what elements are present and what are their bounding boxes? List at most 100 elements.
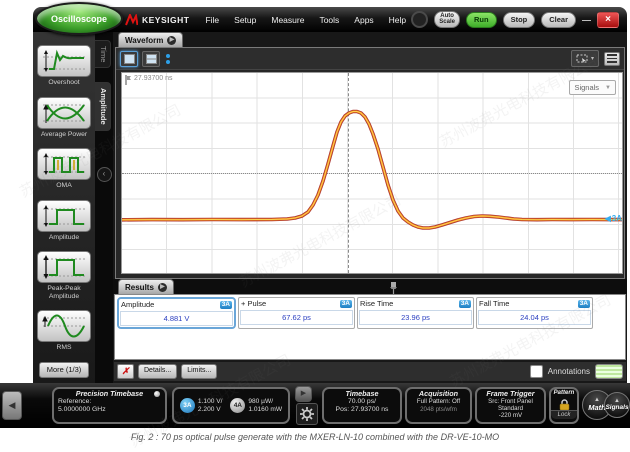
menu-setup[interactable]: Setup — [234, 15, 256, 25]
result-cell-amplitude[interactable]: Amplitude 3A 4.881 V — [117, 297, 236, 329]
close-button[interactable]: × — [597, 12, 619, 28]
pattern-lock-panel[interactable]: Pattern Lock — [549, 387, 579, 424]
left-triangle-icon: ◀ — [605, 214, 611, 223]
details-button[interactable]: Details... — [138, 364, 177, 379]
waveform-trace — [122, 73, 622, 273]
menubar: File Setup Measure Tools Apps Help — [205, 15, 406, 25]
sidebar-item-amplitude[interactable]: Amplitude — [37, 200, 91, 242]
brand-name: KEYSIGHT — [142, 15, 189, 25]
sidebar-item-oma[interactable]: OMA — [37, 148, 91, 190]
sidebar-item-label: Amplitude — [49, 234, 79, 242]
minimize-button[interactable]: — — [582, 15, 591, 25]
timebase-panel[interactable]: Timebase 70.00 ps/ Pos: 27.93700 ns — [322, 387, 402, 424]
oscilloscope-logo: Oscilloscope — [35, 2, 123, 35]
gear-icon[interactable] — [296, 403, 318, 425]
result-cell-fall-time[interactable]: Fall Time 3A 24.04 ps — [476, 297, 593, 329]
rms-icon — [37, 310, 91, 342]
channel-3a-badge: 3A — [180, 398, 195, 413]
result-label: + Pulse — [241, 299, 266, 308]
acquisition-panel[interactable]: Acquisition Full Pattern: Off 2048 pts/w… — [405, 387, 472, 424]
more-measurements-button[interactable]: More (1/3) — [39, 362, 89, 378]
menu-apps[interactable]: Apps — [354, 15, 373, 25]
channel-badge: 3A — [578, 300, 590, 308]
display-indicator-dots — [166, 54, 170, 64]
channel-setup-panel[interactable]: 3A 1.100 V/ 2.200 V 4A 980 µW/ 1.0160 mW — [172, 387, 290, 424]
tab-waveform[interactable]: Waveform ▶ — [118, 32, 183, 47]
pin-icon[interactable] — [389, 281, 398, 294]
zoom-dropdown-arrow-icon[interactable]: ▾ — [591, 55, 594, 62]
sidebar-item-label: OMA — [56, 182, 71, 190]
results-header-bar — [113, 279, 627, 294]
scroll-right-icon[interactable]: ▶ — [295, 386, 312, 402]
limits-button[interactable]: Limits... — [181, 364, 217, 379]
overshoot-icon — [37, 45, 91, 77]
menu-help[interactable]: Help — [389, 15, 406, 25]
channel-badge: 3A — [340, 300, 352, 308]
sidebar-item-label: RMS — [56, 344, 71, 352]
tab-time[interactable]: Time — [95, 40, 111, 68]
result-value: 24.04 ps — [478, 310, 591, 325]
sidebar-item-label: Overshoot — [48, 79, 79, 87]
channel-badge: 3A — [220, 301, 232, 309]
result-label: Fall Time — [479, 299, 509, 308]
tab-amplitude[interactable]: Amplitude — [95, 82, 111, 131]
results-tab-play-icon[interactable]: ▶ — [158, 283, 167, 292]
annotation-color-button[interactable] — [595, 364, 623, 379]
results-footer-bar: ✗ Details... Limits... Annotations — [114, 362, 626, 381]
result-cell-pulse[interactable]: + Pulse 3A 67.62 ps — [238, 297, 355, 329]
lock-icon — [558, 398, 571, 410]
signals-dropdown[interactable]: Signals ▼ — [569, 80, 616, 95]
measurement-category-tabs: Time Amplitude ‹ — [95, 32, 113, 383]
sidebar-item-peak-peak-amplitude[interactable]: Peak-Peak Amplitude — [33, 251, 95, 300]
zoom-select-icon[interactable]: ▾ — [571, 50, 599, 67]
result-value: 67.62 ps — [240, 310, 353, 325]
status-led — [154, 391, 160, 397]
signals-button[interactable]: ▲ Signals — [604, 392, 630, 418]
tab-results[interactable]: Results ▶ — [118, 279, 174, 294]
run-button[interactable]: Run — [466, 12, 497, 28]
annotations-checkbox[interactable] — [530, 365, 543, 378]
marker-flag-icon — [125, 75, 132, 85]
single-display-layout-button[interactable] — [120, 51, 138, 67]
sidebar-item-label: Average Power — [41, 131, 87, 139]
annotations-label: Annotations — [548, 367, 590, 376]
sidebar-item-label: Peak-Peak Amplitude — [33, 285, 95, 300]
precision-timebase-panel[interactable]: Precision Timebase Reference: 5.0000000 … — [52, 387, 167, 424]
frame-trigger-panel[interactable]: Frame Trigger Src: Front Panel Standard … — [475, 387, 546, 424]
titlebar-controls: Auto Scale Run Stop Clear — × — [411, 11, 619, 28]
auto-scale-button[interactable]: Auto Scale — [434, 11, 460, 28]
camera-icon[interactable] — [411, 11, 428, 28]
peak-peak-amplitude-icon — [37, 251, 91, 283]
average-power-icon — [37, 97, 91, 129]
waveform-tab-play-icon[interactable]: ▶ — [167, 36, 176, 45]
channel-4a[interactable]: 4A 980 µW/ 1.0160 mW — [230, 398, 282, 413]
menu-tools[interactable]: Tools — [319, 15, 339, 25]
stop-button[interactable]: Stop — [503, 12, 536, 28]
clear-button[interactable]: Clear — [541, 12, 576, 28]
waveform-plot[interactable]: 27.93700 ns Signals ▼ ◀ 3A — [121, 72, 623, 274]
result-value: 23.96 ps — [359, 310, 472, 325]
sidebar-item-rms[interactable]: RMS — [37, 310, 91, 352]
waveform-view: ▾ 27.93700 ns Signals ▼ — [115, 47, 625, 279]
oma-icon — [37, 148, 91, 180]
scroll-left-icon[interactable]: ◀ — [2, 391, 22, 420]
collapse-sidebar-icon[interactable]: ‹ — [97, 167, 112, 182]
channel-badge: 3A — [459, 300, 471, 308]
channel-3a-marker[interactable]: ◀ 3A — [605, 214, 622, 223]
timebase-position-label: 27.93700 ns — [125, 75, 173, 85]
menu-measure[interactable]: Measure — [271, 15, 304, 25]
results-panel: Amplitude 3A 4.881 V + Pulse 3A 67.62 ps… — [114, 294, 626, 360]
delete-measurement-button[interactable]: ✗ — [117, 364, 134, 379]
waveform-toolbar: ▾ — [116, 48, 624, 70]
sidebar-item-overshoot[interactable]: Overshoot — [37, 45, 91, 87]
menu-file[interactable]: File — [205, 15, 219, 25]
result-cell-rise-time[interactable]: Rise Time 3A 23.96 ps — [357, 297, 474, 329]
menu-icon[interactable] — [604, 52, 620, 66]
split-display-layout-button[interactable] — [142, 51, 160, 67]
results-cells: Amplitude 3A 4.881 V + Pulse 3A 67.62 ps… — [115, 295, 625, 331]
sidebar-item-average-power[interactable]: Average Power — [37, 97, 91, 139]
result-label: Rise Time — [360, 299, 393, 308]
main-panel: Waveform ▶ ▾ — [113, 32, 627, 383]
channel-3a[interactable]: 3A 1.100 V/ 2.200 V — [180, 398, 223, 413]
chevron-down-icon: ▼ — [605, 85, 611, 91]
